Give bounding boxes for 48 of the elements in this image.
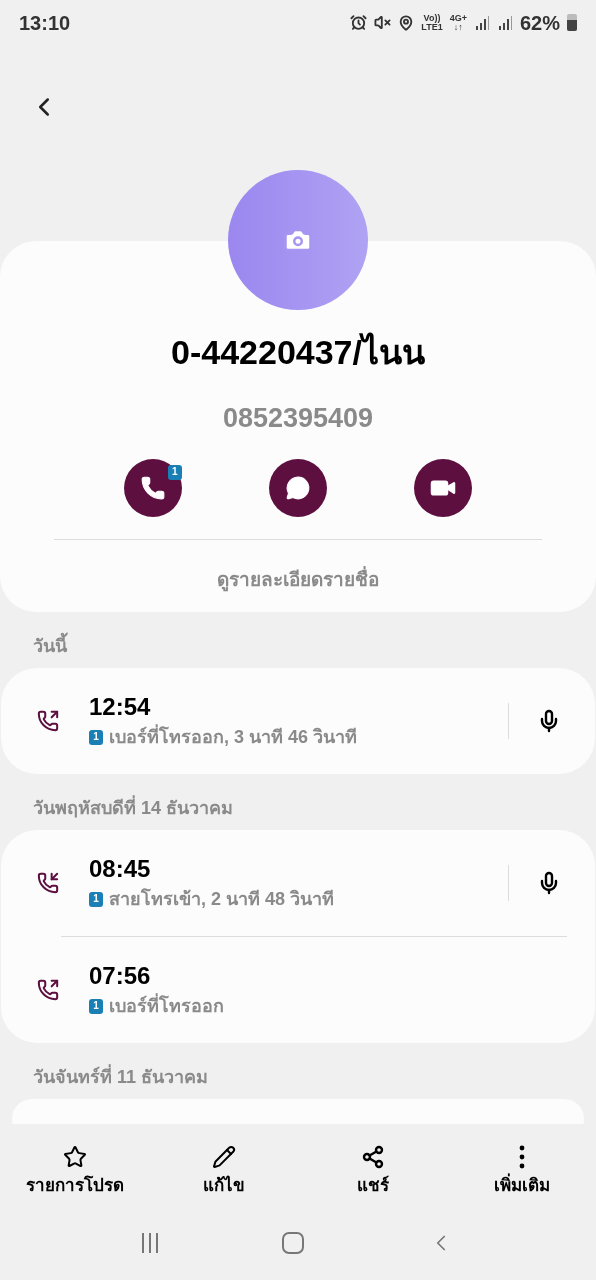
call-log-entry[interactable]: 07:56 1 เบอร์ที่โทรออก xyxy=(1,937,595,1043)
sim-badge: 1 xyxy=(167,464,182,480)
battery-percent: 62% xyxy=(519,10,560,36)
call-log-entry[interactable]: 12:54 1 เบอร์ที่โทรออก, 3 นาที 46 วินาที xyxy=(1,668,595,774)
toolbar-action[interactable]: รายการโปรด xyxy=(0,1130,149,1214)
call-time: 08:45 xyxy=(89,853,152,884)
network-label: 4G+ xyxy=(449,13,467,23)
date-header: วันพฤหัสบดีที่ 14 ธันวาคม xyxy=(0,774,596,830)
star-icon xyxy=(62,1145,87,1170)
outgoing-call-icon xyxy=(37,979,59,1001)
location-icon xyxy=(398,14,415,31)
home-button[interactable] xyxy=(282,1232,304,1254)
incoming-call-icon xyxy=(37,872,59,894)
alarm-icon xyxy=(350,14,368,31)
lte-label: LTE1 xyxy=(421,22,443,32)
date-header: วันจันทร์ที่ 11 ธันวาคม xyxy=(0,1043,596,1099)
phone-icon xyxy=(139,475,166,501)
battery-icon xyxy=(567,14,577,31)
sim-badge: 1 xyxy=(89,891,103,907)
sim-badge: 1 xyxy=(89,729,103,745)
message-button[interactable] xyxy=(269,459,327,517)
call-log-entry[interactable]: 08:45 1 สายโทรเข้า, 2 นาที 48 วินาที xyxy=(1,830,595,936)
date-header: วันนี้ xyxy=(0,612,596,668)
more-icon xyxy=(518,1145,525,1170)
volte-label: Vo)) xyxy=(423,13,441,23)
call-detail: เบอร์ที่โทรออก xyxy=(109,992,224,1018)
toolbar-action[interactable]: แก้ไข xyxy=(149,1130,298,1214)
call-time: 12:54 xyxy=(89,691,152,722)
sim-badge: 1 xyxy=(89,998,103,1014)
status-time: 13:10 xyxy=(19,10,71,36)
call-detail: เบอร์ที่โทรออก, 3 นาที 46 วินาที xyxy=(109,723,358,749)
data-arrows-icon: ↓↑ xyxy=(453,22,463,32)
signal-icon xyxy=(496,14,513,31)
mute-icon xyxy=(374,14,392,31)
signal-icon xyxy=(473,14,490,31)
toolbar-action[interactable]: แชร์ xyxy=(298,1130,447,1214)
call-time: 07:56 xyxy=(89,960,152,991)
video-call-button[interactable] xyxy=(414,459,473,517)
outgoing-call-icon xyxy=(37,710,59,732)
contact-number: 0852395409 xyxy=(222,402,374,434)
call-detail: สายโทรเข้า, 2 นาที 48 วินาที xyxy=(109,887,335,911)
recent-apps-button[interactable] xyxy=(142,1233,158,1253)
toolbar-action[interactable]: เพิ่มเติม xyxy=(447,1130,596,1214)
message-icon xyxy=(285,475,311,501)
call-button[interactable]: 1 xyxy=(123,459,182,517)
contact-name: 0-44220437/ไนน xyxy=(171,331,425,373)
pencil-icon xyxy=(211,1145,236,1170)
share-icon xyxy=(360,1145,385,1170)
